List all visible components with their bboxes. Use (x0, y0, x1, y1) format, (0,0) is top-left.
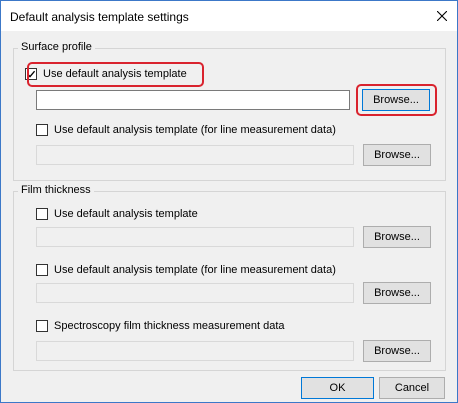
spectroscopy-browse-button[interactable]: Browse... (363, 340, 431, 362)
film-default-template-browse-button[interactable]: Browse... (363, 226, 431, 248)
spectroscopy-path-input (36, 341, 354, 361)
surface-line-template-path-input (36, 145, 354, 165)
dialog-title: Default analysis template settings (10, 10, 189, 24)
surface-default-template-checkbox[interactable] (25, 68, 37, 80)
surface-default-template-label: Use default analysis template (43, 68, 187, 80)
film-line-template-browse-button[interactable]: Browse... (363, 282, 431, 304)
browse-label: Browse... (374, 287, 420, 299)
title-bar: Default analysis template settings (1, 1, 457, 31)
ok-button[interactable]: OK (301, 377, 374, 399)
film-default-template-label: Use default analysis template (54, 208, 198, 220)
surface-line-template-browse-button[interactable]: Browse... (363, 144, 431, 166)
surface-default-template-checkbox-row[interactable]: Use default analysis template (25, 66, 187, 82)
browse-label: Browse... (374, 231, 420, 243)
surface-default-template-path-input[interactable] (36, 90, 350, 110)
surface-default-template-browse-button[interactable]: Browse... (362, 89, 430, 111)
spectroscopy-label: Spectroscopy film thickness measurement … (54, 320, 285, 332)
film-thickness-legend: Film thickness (18, 184, 94, 196)
surface-line-template-label: Use default analysis template (for line … (54, 124, 336, 136)
film-line-template-checkbox[interactable] (36, 264, 48, 276)
film-line-template-path-input (36, 283, 354, 303)
film-default-template-path-input (36, 227, 354, 247)
surface-line-template-checkbox-row[interactable]: Use default analysis template (for line … (36, 122, 336, 138)
cancel-label: Cancel (394, 382, 430, 394)
film-default-template-checkbox-row[interactable]: Use default analysis template (36, 206, 198, 222)
browse-label: Browse... (374, 345, 420, 357)
film-default-template-checkbox[interactable] (36, 208, 48, 220)
spectroscopy-checkbox-row[interactable]: Spectroscopy film thickness measurement … (36, 318, 285, 334)
film-line-template-label: Use default analysis template (for line … (54, 264, 336, 276)
surface-line-template-checkbox[interactable] (36, 124, 48, 136)
ok-label: OK (329, 382, 346, 394)
close-icon (437, 11, 447, 21)
surface-profile-legend: Surface profile (18, 41, 95, 53)
dialog-window: Default analysis template settings Surfa… (0, 0, 458, 403)
spectroscopy-checkbox[interactable] (36, 320, 48, 332)
checkmark-icon (27, 70, 36, 78)
browse-label: Browse... (373, 94, 419, 106)
cancel-button[interactable]: Cancel (379, 377, 445, 399)
close-button[interactable] (427, 1, 457, 31)
film-line-template-checkbox-row[interactable]: Use default analysis template (for line … (36, 262, 336, 278)
browse-label: Browse... (374, 149, 420, 161)
